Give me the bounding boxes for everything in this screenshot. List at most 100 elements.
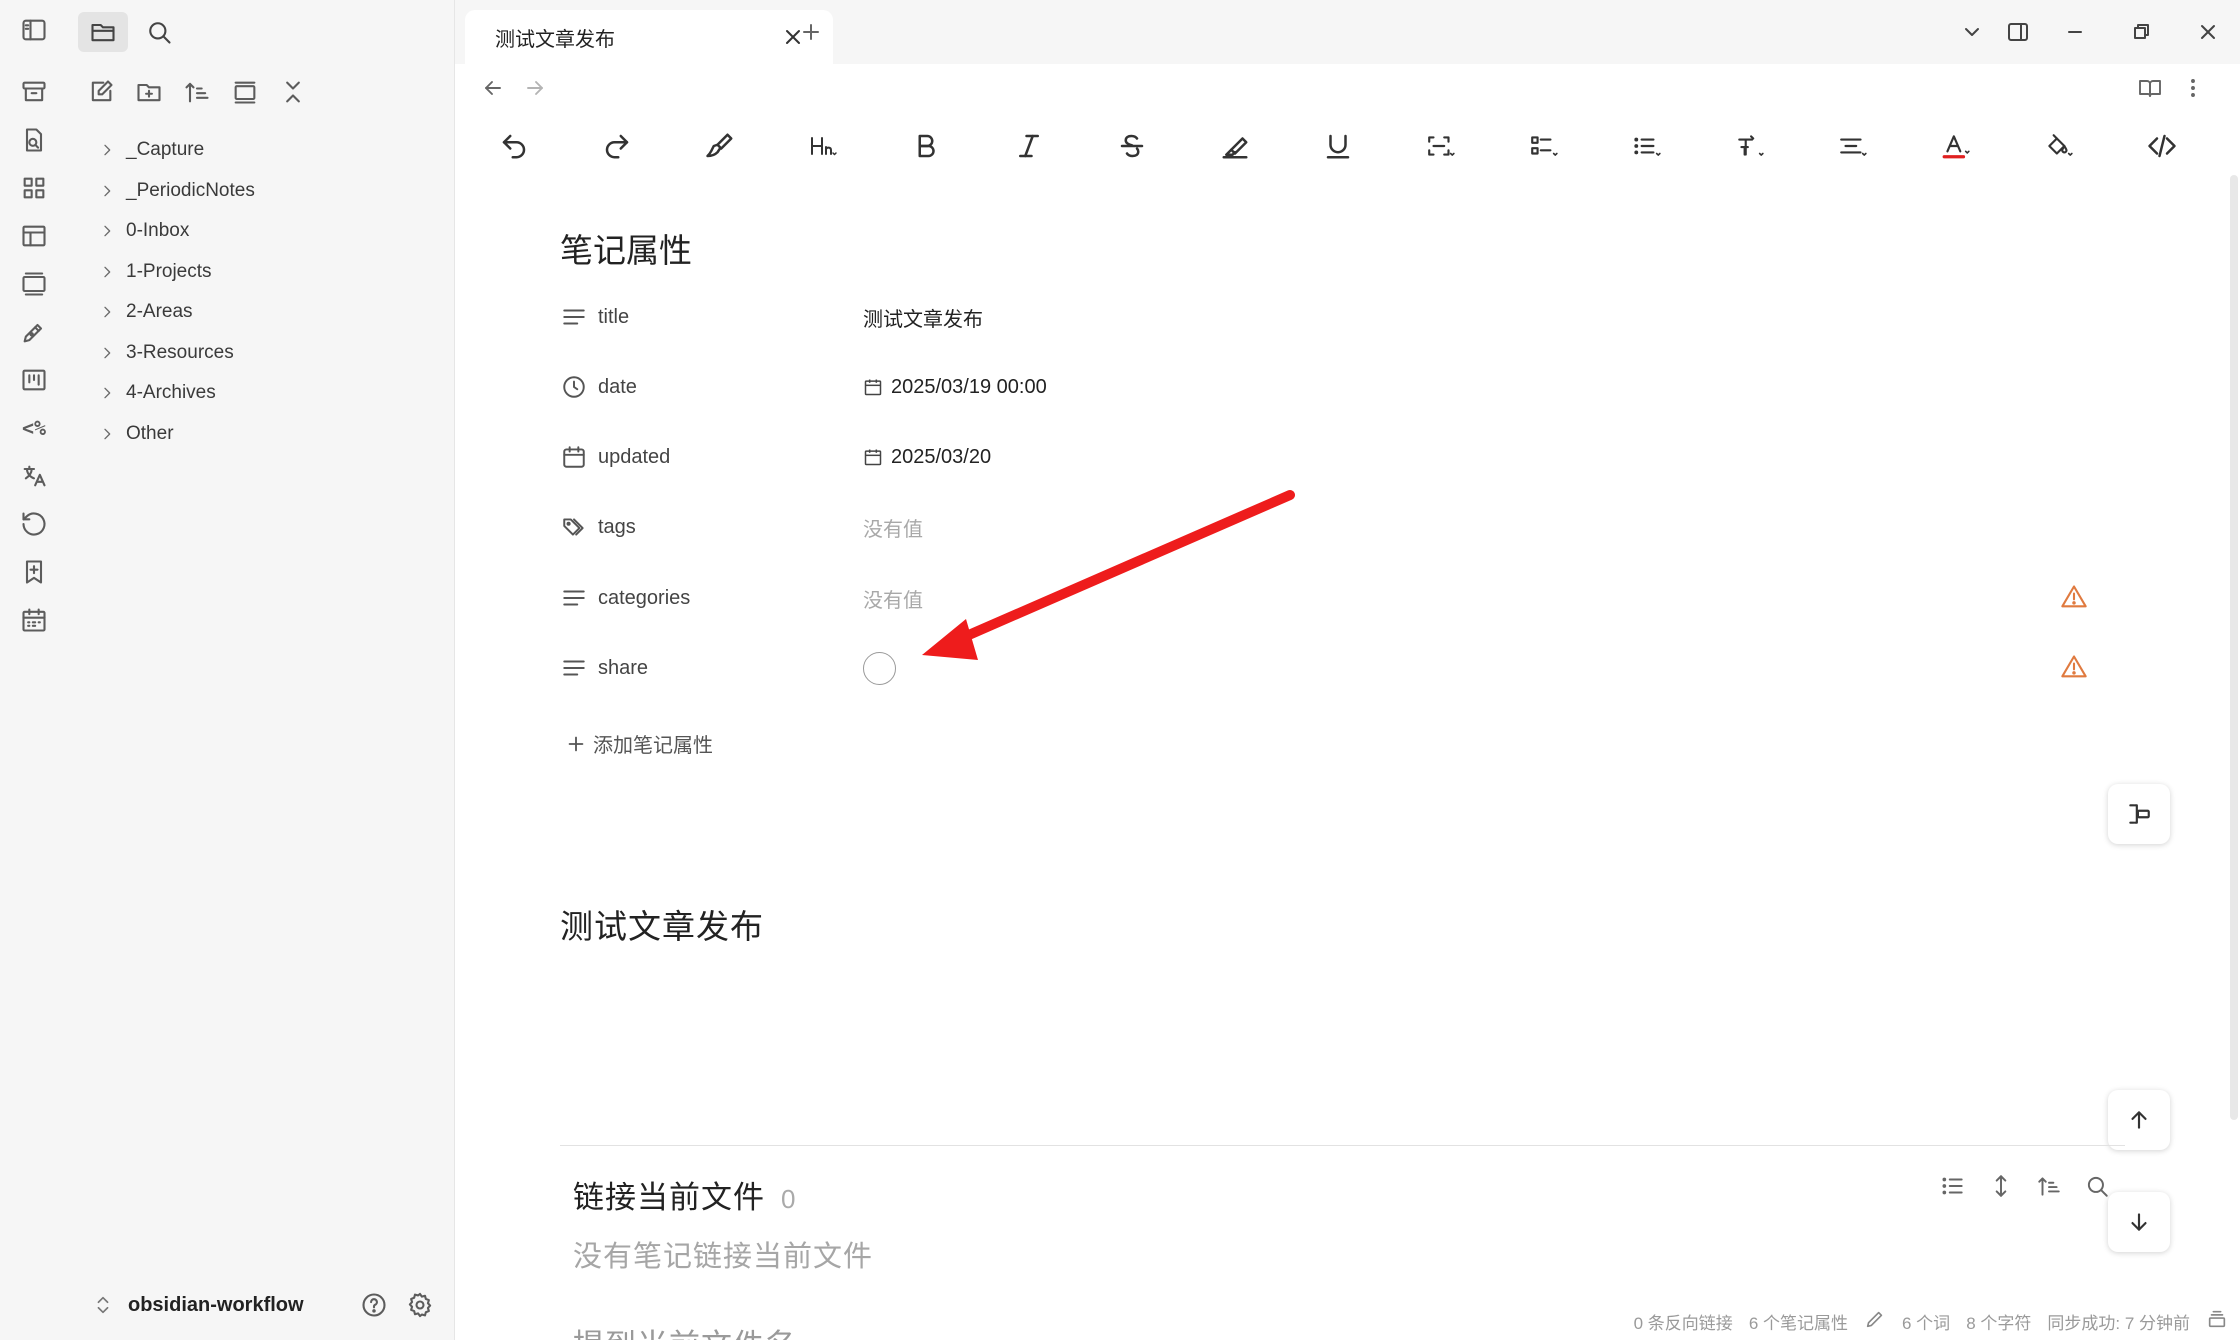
sort-button[interactable] — [176, 72, 218, 112]
scroll-top-button[interactable] — [2108, 1090, 2170, 1150]
tree-folder[interactable]: _Capture — [88, 130, 444, 171]
property-value[interactable] — [863, 651, 896, 685]
highlight-button[interactable] — [1207, 124, 1263, 168]
align-button[interactable] — [1825, 124, 1881, 168]
auto-reveal-button[interactable] — [224, 72, 266, 112]
slides-icon[interactable] — [14, 264, 54, 304]
tree-folder[interactable]: 2-Areas — [88, 292, 444, 333]
format-painter-button[interactable] — [692, 124, 748, 168]
new-tab-button[interactable] — [795, 16, 827, 48]
restore-button[interactable] — [2121, 14, 2161, 50]
checklist-button[interactable] — [1516, 124, 1572, 168]
file-search-icon[interactable] — [14, 120, 54, 160]
back-button[interactable] — [475, 70, 511, 106]
scroll-bottom-button[interactable] — [2108, 1192, 2170, 1252]
calendar-icon[interactable] — [14, 600, 54, 640]
warning-icon[interactable] — [2060, 583, 2090, 613]
close-window-button[interactable] — [2188, 14, 2228, 50]
text-format-button[interactable] — [1722, 124, 1778, 168]
tree-folder[interactable]: 4-Archives — [88, 373, 444, 414]
strikethrough-button[interactable] — [1104, 124, 1160, 168]
new-folder-button[interactable] — [128, 72, 170, 112]
property-key[interactable]: share — [598, 657, 863, 680]
tab-note[interactable]: 测试文章发布 — [465, 10, 833, 64]
bookmark-add-icon[interactable] — [14, 552, 54, 592]
property-row-updated: updated 2025/03/20 — [560, 432, 2090, 482]
property-key[interactable]: categories — [598, 587, 863, 610]
backlinks-collapse-button[interactable] — [1935, 1168, 1971, 1204]
calendar-icon[interactable] — [863, 377, 883, 397]
reading-view-button[interactable] — [2132, 70, 2168, 106]
text-lines-icon — [560, 654, 588, 682]
warning-icon[interactable] — [2060, 653, 2090, 683]
tree-folder[interactable]: 0-Inbox — [88, 211, 444, 252]
tree-folder[interactable]: 3-Resources — [88, 333, 444, 374]
heading-button[interactable] — [795, 124, 851, 168]
tab-search[interactable] — [134, 12, 184, 52]
backlinks-sort-button[interactable] — [2031, 1168, 2067, 1204]
vault-switcher[interactable]: obsidian-workflow — [92, 1294, 304, 1317]
view-header — [455, 66, 2240, 110]
list-button[interactable] — [1619, 124, 1675, 168]
archive-icon[interactable] — [14, 72, 54, 112]
toggle-right-sidebar-button[interactable] — [1998, 14, 2038, 50]
share-checkbox[interactable] — [863, 651, 896, 685]
property-row-categories: categories 没有值 — [560, 573, 2090, 623]
pen-tool-icon[interactable] — [14, 312, 54, 352]
redo-button[interactable] — [589, 124, 645, 168]
settings-button[interactable] — [402, 1287, 438, 1323]
undo-button[interactable] — [486, 124, 542, 168]
backlinks-expand-button[interactable] — [1983, 1168, 2019, 1204]
grid-icon[interactable] — [14, 168, 54, 208]
toggle-properties-button[interactable] — [2108, 784, 2170, 844]
scrollbar[interactable] — [2230, 175, 2238, 1120]
tree-folder[interactable]: _PeriodicNotes — [88, 171, 444, 212]
source-mode-button[interactable] — [2134, 124, 2190, 168]
tree-folder[interactable]: Other — [88, 414, 444, 455]
property-value-empty[interactable]: 没有值 — [863, 513, 923, 542]
layout-icon[interactable] — [14, 216, 54, 256]
sync-status-icon[interactable] — [2206, 1308, 2228, 1335]
bold-button[interactable] — [898, 124, 954, 168]
pencil-icon[interactable] — [1864, 1308, 1886, 1335]
history-icon[interactable] — [14, 504, 54, 544]
property-value[interactable]: 2025/03/20 — [863, 446, 991, 469]
underline-button[interactable] — [1310, 124, 1366, 168]
fullscreen-select-button[interactable] — [1413, 124, 1469, 168]
strikethrough-icon — [1120, 134, 1144, 158]
background-color-button[interactable] — [2031, 124, 2087, 168]
text-color-button[interactable] — [1928, 124, 1984, 168]
backlinks-search-button[interactable] — [2079, 1168, 2115, 1204]
calendar-icon[interactable] — [863, 447, 883, 467]
help-button[interactable] — [356, 1287, 392, 1323]
templater-icon[interactable]: <% — [14, 408, 54, 448]
add-property-button[interactable]: 添加笔记属性 — [565, 729, 713, 758]
translate-icon[interactable] — [14, 456, 54, 496]
backlinks-heading[interactable]: 链接当前文件 0 — [573, 1172, 796, 1217]
chevron-right-icon — [96, 180, 118, 202]
arrow-up-icon — [2131, 1111, 2147, 1129]
tab-file-explorer[interactable] — [78, 12, 128, 52]
collapse-all-button[interactable] — [272, 72, 314, 112]
property-key[interactable]: title — [598, 306, 863, 329]
tab-list-button[interactable] — [1952, 14, 1992, 50]
italic-button[interactable] — [1001, 124, 1057, 168]
property-value[interactable]: 测试文章发布 — [863, 303, 983, 332]
property-key[interactable]: tags — [598, 516, 863, 539]
status-backlinks[interactable]: 0 条反向链接 — [1634, 1309, 1733, 1334]
status-properties[interactable]: 6 个笔记属性 — [1749, 1309, 1848, 1334]
tree-folder[interactable]: 1-Projects — [88, 252, 444, 293]
forward-button[interactable] — [517, 70, 553, 106]
property-key[interactable]: date — [598, 376, 863, 399]
kanban-icon[interactable] — [14, 360, 54, 400]
more-options-button[interactable] — [2175, 70, 2211, 106]
vault-bar: obsidian-workflow — [68, 1270, 454, 1340]
status-sync[interactable]: 同步成功: 7 分钟前 — [2047, 1309, 2190, 1334]
property-value[interactable]: 2025/03/19 00:00 — [863, 376, 1047, 399]
new-note-button[interactable] — [80, 72, 122, 112]
property-value-empty[interactable]: 没有值 — [863, 584, 923, 613]
toggle-sidebar-icon[interactable] — [14, 10, 54, 50]
property-key[interactable]: updated — [598, 446, 863, 469]
minimize-button[interactable] — [2055, 14, 2095, 50]
unlinked-mentions-heading[interactable]: 提到当前文件名 — [573, 1320, 797, 1340]
